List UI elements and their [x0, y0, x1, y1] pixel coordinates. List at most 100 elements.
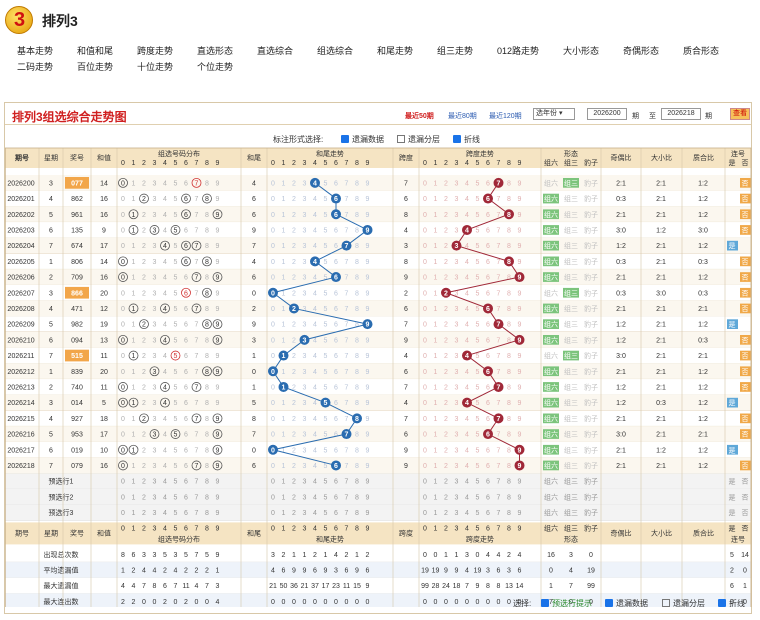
footer-shape-header: 豹子 — [584, 523, 598, 532]
pre-row-hint-checkbox[interactable]: 预选行提示 — [541, 598, 592, 609]
stats-dist: 3 — [174, 552, 178, 559]
sum-miss: 0 — [271, 243, 275, 250]
stats-tail: 1 — [324, 552, 328, 559]
digit-miss: 9 — [216, 243, 220, 250]
stats-dist: 7 — [195, 552, 199, 559]
digit-header: 3 — [455, 525, 459, 532]
preselect-digit: 4 — [313, 479, 317, 486]
digit-miss: 5 — [174, 243, 178, 250]
preselect-digit: 7 — [195, 479, 199, 486]
query-button[interactable]: 查看 — [730, 108, 750, 120]
digit-hit-text: 6 — [184, 243, 188, 250]
span-miss: 6 — [486, 384, 490, 391]
digit-miss: 5 — [174, 196, 178, 203]
week-cell: 6 — [49, 227, 53, 234]
nav-link[interactable]: 百位走势 — [77, 60, 113, 73]
from-issue-input[interactable]: 2026200 — [587, 108, 627, 120]
week-cell: 4 — [49, 196, 53, 203]
footer-missing-data-checkbox[interactable]: 遗漏数据 — [605, 598, 648, 609]
digit-header: 3 — [303, 160, 307, 167]
footer-polyline-checkbox[interactable]: 折线 — [718, 598, 745, 609]
digit-header: 0 — [423, 525, 427, 532]
nav-link[interactable]: 个位走势 — [197, 60, 233, 73]
to-issue-input[interactable]: 2026218 — [661, 108, 701, 120]
preselect-digit: 9 — [518, 479, 522, 486]
digit-miss: 2 — [142, 275, 146, 282]
span-cell: 6 — [404, 196, 408, 203]
digit-hit-text: 0 — [121, 400, 125, 407]
nav-link[interactable]: 012路走势 — [497, 44, 539, 57]
stats-span: 0 — [476, 552, 480, 559]
span-miss: 6 — [486, 400, 490, 407]
missing-layer-checkbox[interactable]: 遗漏分层 — [397, 134, 440, 145]
year-select[interactable]: 选年份 ▾ — [533, 108, 575, 120]
digit-header: 3 — [455, 160, 459, 167]
nav-link[interactable]: 奇偶形态 — [623, 44, 659, 57]
sum-miss: 6 — [334, 290, 338, 297]
recent-80-link[interactable]: 最近80期 — [448, 111, 477, 121]
stats-span: 13 — [505, 583, 513, 590]
nav-link[interactable]: 直选综合 — [257, 44, 293, 57]
span-miss: 4 — [465, 447, 469, 454]
shape-miss: 豹子 — [584, 288, 598, 297]
preselect-digit: 7 — [195, 510, 199, 517]
sum-miss: 5 — [324, 259, 328, 266]
span-miss: 9 — [518, 227, 522, 234]
span-miss: 5 — [476, 337, 480, 344]
digit-header: 8 — [205, 160, 209, 167]
nav-link[interactable]: 十位走势 — [137, 60, 173, 73]
nav-link[interactable]: 组选综合 — [317, 44, 353, 57]
span-miss: 4 — [465, 416, 469, 423]
digit-header: 2 — [142, 160, 146, 167]
stats-tail: 0 — [324, 599, 328, 606]
stats-dist: 0 — [153, 599, 157, 606]
span-point-label: 6 — [486, 196, 490, 203]
nav-link[interactable]: 组三走势 — [437, 44, 473, 57]
stats-tail: 4 — [334, 552, 338, 559]
digit-header: 5 — [174, 525, 178, 532]
polyline-checkbox[interactable]: 折线 — [453, 134, 480, 145]
stats-tail: 9 — [292, 567, 296, 574]
nav-link[interactable]: 基本走势 — [17, 44, 53, 57]
nav-link[interactable]: 大小形态 — [563, 44, 599, 57]
footer-missing-layer-checkbox[interactable]: 遗漏分层 — [662, 598, 705, 609]
prize-cell: 862 — [71, 196, 83, 203]
recent-120-link[interactable]: 最近120期 — [489, 111, 522, 121]
sum-miss: 1 — [282, 306, 286, 313]
nav-link[interactable]: 和尾走势 — [377, 44, 413, 57]
nav-link[interactable]: 质合形态 — [683, 44, 719, 57]
missing-data-checkbox[interactable]: 遗漏数据 — [341, 134, 384, 145]
sum-miss: 2 — [292, 337, 296, 344]
sum-miss: 0 — [271, 227, 275, 234]
digit-miss: 8 — [205, 416, 209, 423]
stats-dist: 2 — [121, 599, 125, 606]
preselect-digit: 1 — [132, 479, 136, 486]
week-cell: 4 — [49, 416, 53, 423]
footer-group-header: 和尾走势 — [316, 534, 344, 543]
span-point-label: 8 — [507, 259, 511, 266]
digit-miss: 8 — [205, 306, 209, 313]
nav-link[interactable]: 二码走势 — [17, 60, 53, 73]
preselect-digit: 5 — [476, 479, 480, 486]
digit-miss: 3 — [153, 243, 157, 250]
week-cell: 5 — [49, 432, 53, 439]
big-small-cell: 2:1 — [656, 337, 666, 344]
nav-link[interactable]: 和值和尾 — [77, 44, 113, 57]
nav-link[interactable]: 直选形态 — [197, 44, 233, 57]
stats-shape: 0 — [589, 552, 593, 559]
nav-link[interactable]: 跨度走势 — [137, 44, 173, 57]
preselect-shape: 组三 — [564, 492, 578, 501]
stats-dist: 5 — [205, 552, 209, 559]
digit-miss: 5 — [174, 463, 178, 470]
stats-span: 4 — [465, 567, 469, 574]
sum-miss: 0 — [271, 275, 275, 282]
stats-dist: 4 — [132, 583, 136, 590]
sum-miss: 7 — [345, 416, 349, 423]
sum-miss: 3 — [303, 384, 307, 391]
stats-dist: 7 — [174, 583, 178, 590]
digit-header: 3 — [303, 525, 307, 532]
mark-label: 标注形式选择: — [273, 135, 324, 144]
span-miss: 1 — [434, 432, 438, 439]
recent-50-link[interactable]: 最近50期 — [405, 111, 434, 121]
stats-tail: 36 — [290, 583, 298, 590]
